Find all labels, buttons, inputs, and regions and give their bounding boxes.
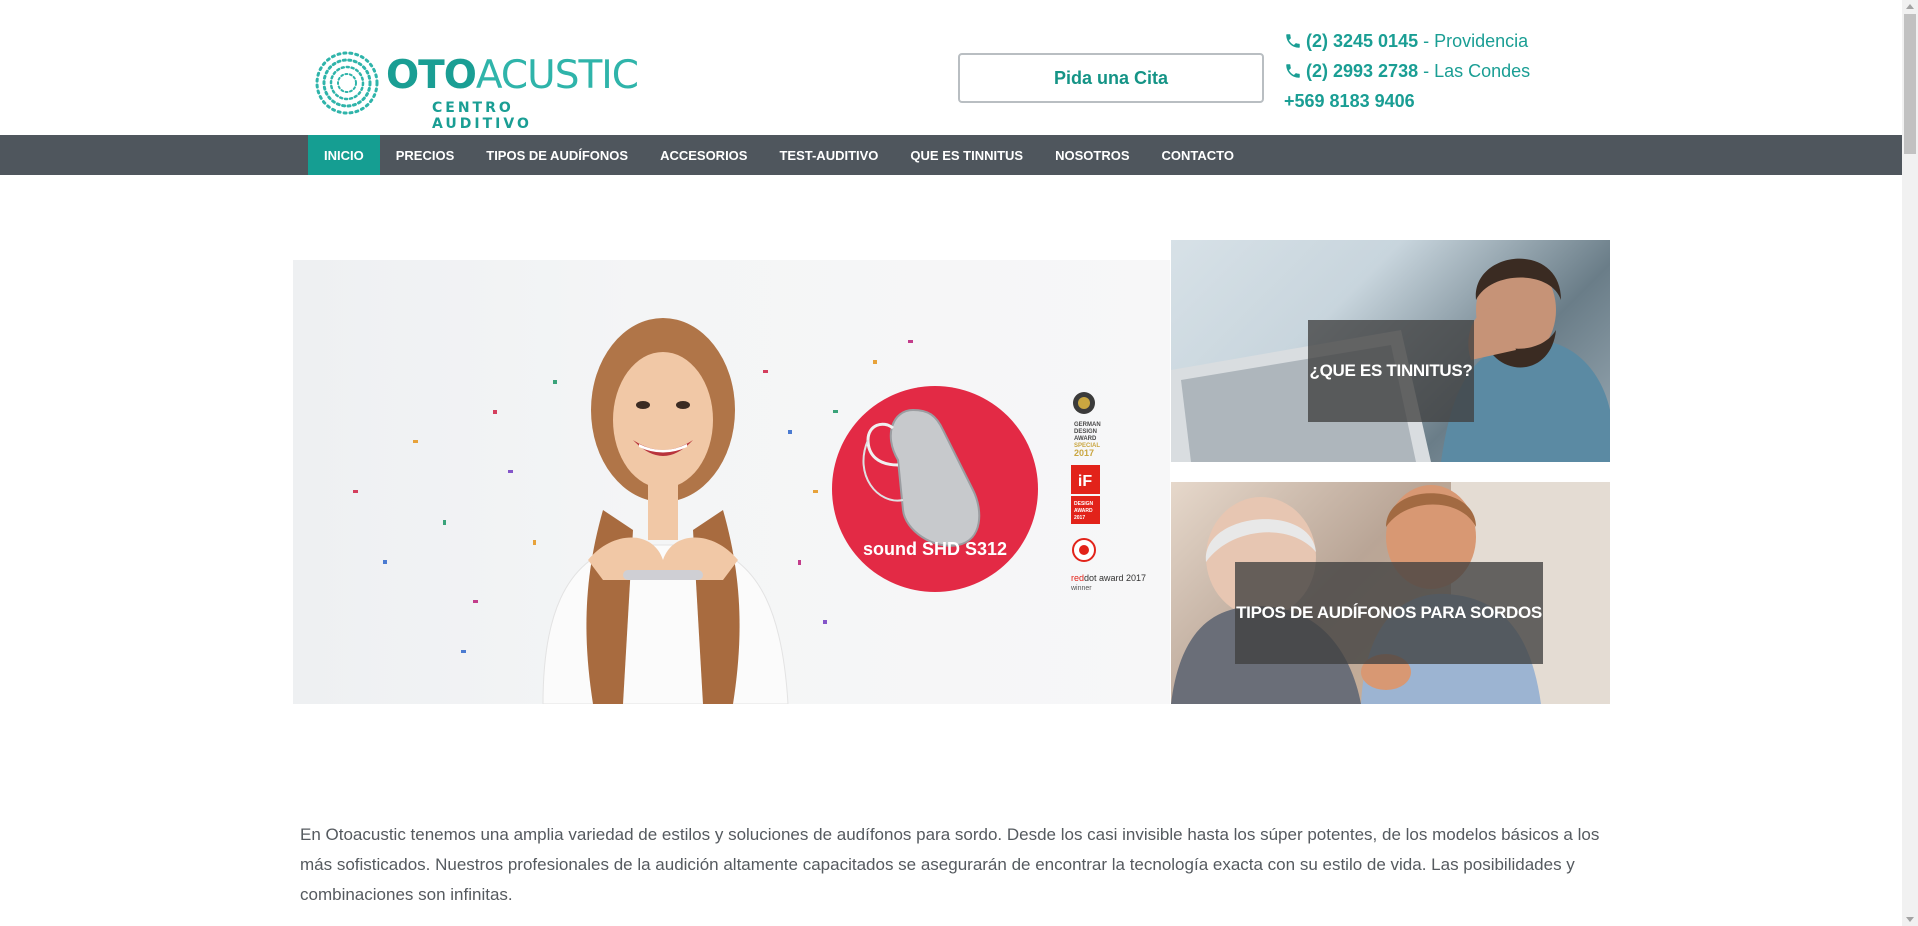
phone-providencia[interactable]: (2) 3245 0145 - Providencia: [1284, 26, 1530, 56]
logo-wordmark: OTOACUSTIC: [386, 53, 639, 98]
svg-text:DESIGN: DESIGN: [1074, 429, 1097, 435]
phone-las-condes[interactable]: (2) 2993 2738 - Las Condes: [1284, 56, 1530, 86]
scroll-thumb[interactable]: [1904, 14, 1916, 154]
book-appointment-button[interactable]: Pida una Cita: [958, 53, 1264, 103]
scroll-up-arrow-icon[interactable]: [1906, 4, 1914, 9]
product-label: sound SHD S312: [863, 539, 1007, 559]
page-scrollbar[interactable]: [1902, 0, 1918, 926]
card-que-es-tinnitus[interactable]: ¿QUE ES TINNITUS?: [1171, 240, 1610, 462]
svg-text:2017: 2017: [1074, 515, 1085, 521]
card-tinnitus-title: ¿QUE ES TINNITUS?: [1308, 320, 1474, 422]
svg-text:AWARD: AWARD: [1074, 508, 1093, 514]
card-audifonos-title: TIPOS DE AUDÍFONOS PARA SORDOS: [1235, 562, 1543, 664]
hero-banner[interactable]: sound SHD S312 GERMAN DESIGN AWARD SPECI…: [293, 260, 1170, 704]
card-tipos-de-audifonos[interactable]: TIPOS DE AUDÍFONOS PARA SORDOS: [1171, 482, 1610, 704]
nav-item-precios[interactable]: PRECIOS: [380, 135, 471, 175]
if-design-award: iF DESIGN AWARD 2017: [1071, 465, 1100, 524]
german-design-award: GERMAN DESIGN AWARD SPECIAL 2017: [1073, 392, 1101, 458]
main-nav: INICIO PRECIOS TIPOS DE AUDÍFONOS ACCESO…: [308, 135, 1250, 175]
svg-text:winner: winner: [1070, 585, 1092, 592]
svg-text:iF: iF: [1078, 473, 1092, 490]
logo-tagline: CENTRO AUDITIVO: [432, 100, 532, 132]
contact-info: (2) 3245 0145 - Providencia (2) 2993 273…: [1284, 26, 1530, 116]
site-logo[interactable]: OTOACUSTIC CENTRO AUDITIVO: [314, 50, 639, 132]
scroll-down-arrow-icon[interactable]: [1906, 917, 1914, 922]
nav-item-test-auditivo[interactable]: TEST-AUDITIVO: [763, 135, 894, 175]
hero-image: sound SHD S312 GERMAN DESIGN AWARD SPECI…: [353, 318, 1146, 704]
nav-item-que-es-tinnitus[interactable]: QUE ES TINNITUS: [894, 135, 1039, 175]
phone-icon: [1286, 64, 1300, 78]
woman-figure: [542, 318, 789, 704]
reddot-award: reddot award 2017 winner: [1070, 538, 1146, 592]
svg-text:AWARD: AWARD: [1074, 436, 1097, 442]
nav-item-tipos-de-audifonos[interactable]: TIPOS DE AUDÍFONOS: [470, 135, 644, 175]
nav-item-inicio[interactable]: INICIO: [308, 135, 380, 175]
main-navbar: INICIO PRECIOS TIPOS DE AUDÍFONOS ACCESO…: [0, 135, 1902, 175]
logo-spiral-icon: [315, 51, 379, 115]
phone-icon: [1286, 34, 1300, 48]
product-badge: sound SHD S312: [832, 386, 1038, 592]
intro-paragraph: En Otoacustic tenemos una amplia varieda…: [300, 825, 1600, 904]
nav-item-nosotros[interactable]: NOSOTROS: [1039, 135, 1145, 175]
phone-mobile[interactable]: +569 8183 9406: [1284, 86, 1530, 116]
svg-text:GERMAN: GERMAN: [1074, 422, 1101, 428]
svg-text:2017: 2017: [1074, 448, 1094, 458]
svg-text:reddot award 2017: reddot award 2017: [1071, 573, 1146, 583]
nav-item-contacto[interactable]: CONTACTO: [1146, 135, 1250, 175]
nav-item-accesorios[interactable]: ACCESORIOS: [644, 135, 763, 175]
svg-text:DESIGN: DESIGN: [1074, 501, 1094, 507]
